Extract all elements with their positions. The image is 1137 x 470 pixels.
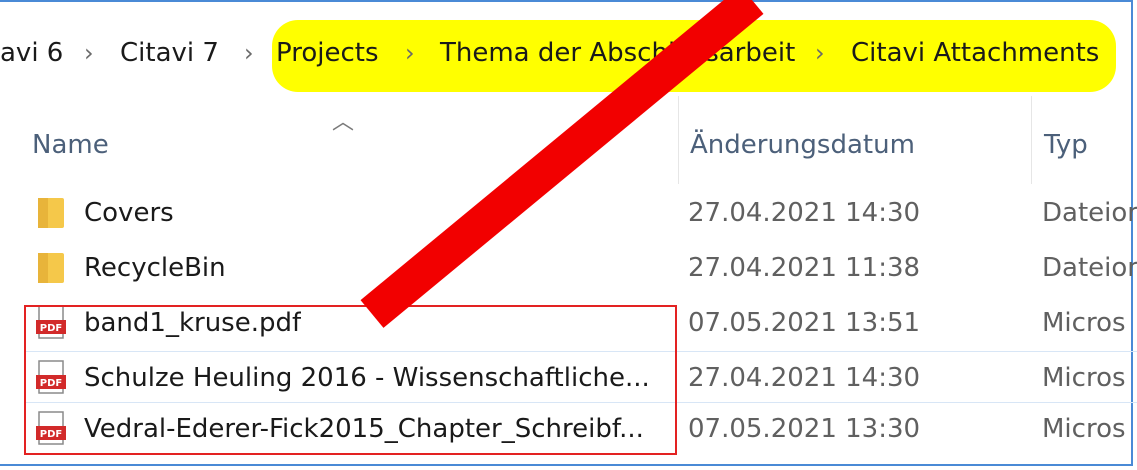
annotation-slash (360, 0, 764, 328)
